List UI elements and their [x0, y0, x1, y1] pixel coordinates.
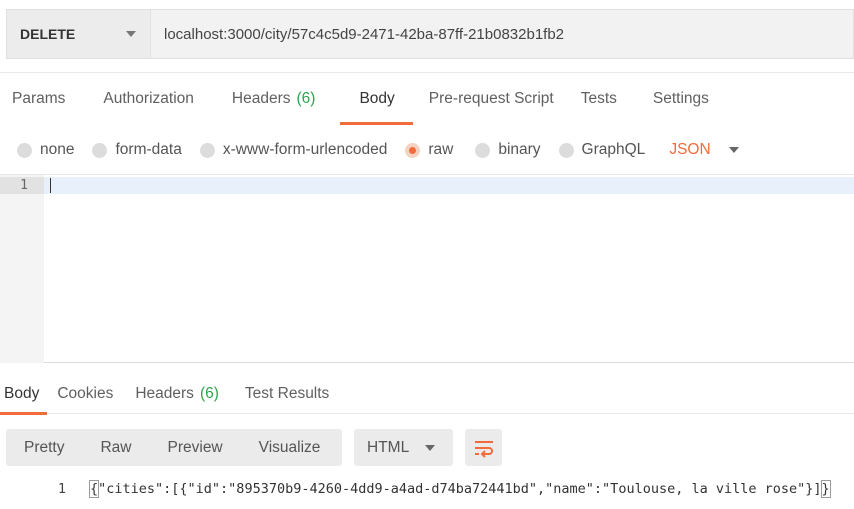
- radio-label: binary: [498, 141, 541, 158]
- wrap-lines-icon: [474, 440, 493, 458]
- radio-icon: [92, 142, 108, 158]
- radio-form-data[interactable]: form-data: [92, 141, 182, 159]
- tab-params[interactable]: Params: [0, 73, 77, 125]
- tab-label: Test Results: [244, 384, 330, 402]
- chevron-down-icon: [126, 31, 136, 37]
- radio-icon: [199, 142, 215, 158]
- url-text: localhost:3000/city/57c4c5d9-2471-42ba-8…: [164, 25, 565, 43]
- line-number: 1: [57, 481, 66, 497]
- tab-pre-request-script[interactable]: Pre-request Script: [417, 73, 566, 125]
- headers-count: (6): [296, 89, 316, 107]
- text-cursor: [50, 178, 51, 193]
- close-brace: }: [820, 480, 831, 498]
- tab-label: Body: [4, 384, 40, 402]
- radio-label: form-data: [115, 141, 182, 158]
- request-tabs: Params Authorization Headers (6) Body Pre…: [0, 72, 854, 125]
- response-tabs: Body Cookies Headers (6) Test Results: [0, 374, 854, 415]
- radio-selected-icon: [405, 142, 421, 158]
- radio-graphql[interactable]: GraphQL: [558, 141, 646, 159]
- chevron-down-icon: [425, 444, 435, 451]
- tab-label: Pre-request Script: [428, 89, 554, 107]
- view-raw-button[interactable]: Raw: [82, 439, 149, 457]
- response-json: {"cities":[{"id":"895370b9-4260-4dd9-a4a…: [88, 480, 831, 498]
- radio-icon: [475, 142, 491, 158]
- method-select[interactable]: DELETE: [6, 9, 150, 59]
- url-input[interactable]: localhost:3000/city/57c4c5d9-2471-42ba-8…: [150, 9, 854, 59]
- radio-icon: [17, 142, 32, 158]
- response-tab-cookies[interactable]: Cookies: [53, 374, 121, 414]
- tab-label: Params: [12, 89, 66, 107]
- chevron-down-icon: [728, 147, 739, 153]
- view-preview-button[interactable]: Preview: [150, 439, 241, 457]
- view-visualize-button[interactable]: Visualize: [241, 439, 339, 457]
- body-format-select[interactable]: JSON: [669, 141, 739, 159]
- response-body-line: 1 {"cities":[{"id":"895370b9-4260-4dd9-a…: [0, 478, 854, 500]
- response-tab-body[interactable]: Body: [0, 374, 48, 415]
- request-body-editor[interactable]: 1: [0, 174, 854, 363]
- editor-gutter: [0, 175, 44, 363]
- tab-label: Headers: [231, 89, 291, 107]
- tab-label: Tests: [580, 89, 617, 107]
- response-toolbar: Pretty Raw Preview Visualize HTML: [6, 429, 502, 466]
- wrap-lines-button[interactable]: [465, 429, 502, 466]
- tab-headers[interactable]: Headers (6): [220, 73, 328, 125]
- tab-tests[interactable]: Tests: [569, 73, 629, 125]
- tab-label: Headers: [135, 384, 194, 402]
- radio-label: raw: [428, 141, 454, 158]
- radio-none[interactable]: none: [17, 141, 74, 159]
- radio-icon: [558, 142, 574, 158]
- tab-body[interactable]: Body: [340, 73, 414, 125]
- body-type-selector: none form-data x-www-form-urlencoded raw…: [0, 126, 854, 174]
- tab-label: Settings: [652, 89, 709, 107]
- tab-label: Cookies: [57, 384, 114, 402]
- headers-count: (6): [199, 384, 219, 402]
- tab-label: Body: [359, 89, 395, 107]
- radio-label: none: [40, 141, 75, 158]
- radio-label: GraphQL: [581, 141, 646, 158]
- active-line-highlight: [0, 177, 854, 194]
- tab-label: Authorization: [103, 89, 194, 107]
- line-number: 1: [0, 177, 44, 194]
- response-json-content: "cities":[{"id":"895370b9-4260-4dd9-a4ad…: [98, 481, 822, 497]
- response-tab-test-results[interactable]: Test Results: [241, 374, 337, 414]
- method-label: DELETE: [20, 26, 76, 42]
- radio-label: x-www-form-urlencoded: [222, 141, 388, 158]
- radio-raw[interactable]: raw: [405, 141, 453, 159]
- tab-authorization[interactable]: Authorization: [91, 73, 205, 125]
- format-label: JSON: [669, 141, 711, 158]
- tab-settings[interactable]: Settings: [641, 73, 721, 125]
- view-pretty-button[interactable]: Pretty: [6, 439, 82, 457]
- request-bar: DELETE localhost:3000/city/57c4c5d9-2471…: [6, 9, 854, 59]
- response-tab-headers[interactable]: Headers (6): [131, 374, 227, 414]
- radio-binary[interactable]: binary: [475, 141, 541, 159]
- response-format-select[interactable]: HTML: [354, 429, 453, 466]
- open-brace: {: [88, 480, 100, 498]
- format-label: HTML: [367, 438, 410, 456]
- response-view-group: Pretty Raw Preview Visualize: [6, 429, 342, 466]
- radio-x-www-form-urlencoded[interactable]: x-www-form-urlencoded: [199, 141, 388, 159]
